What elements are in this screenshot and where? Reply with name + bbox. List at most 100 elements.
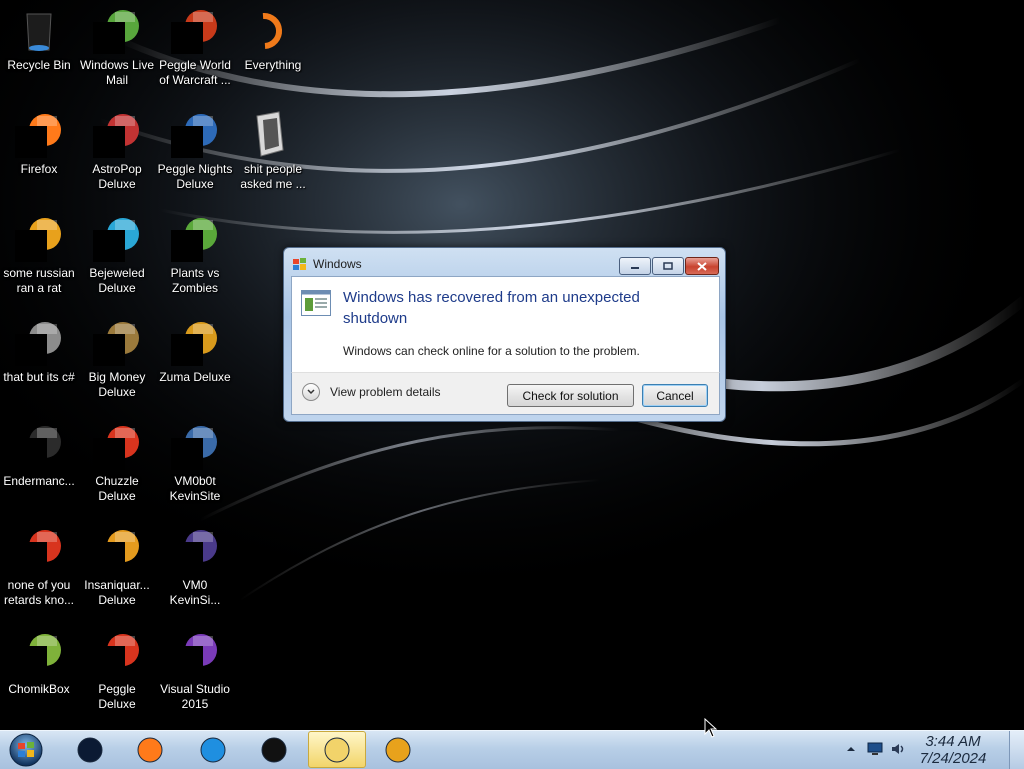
windows-flag-icon [293, 258, 306, 270]
desktop-icon-label: Bejeweled Deluxe [89, 266, 145, 295]
desktop-icon[interactable]: AstroPop Deluxe [78, 104, 156, 204]
desktop-icon[interactable]: Insaniquar... Deluxe [78, 520, 156, 620]
minimize-button[interactable] [619, 257, 651, 275]
desktop-icon-art [249, 6, 297, 54]
redaction-box [93, 126, 125, 158]
redaction-box [171, 334, 203, 366]
desktop-icon-label: Peggle Nights Deluxe [157, 162, 233, 191]
desktop-icon[interactable]: Endermanc... [0, 416, 78, 516]
desktop-icon[interactable]: Zuma Deluxe [156, 312, 234, 412]
windows-orb-icon [9, 733, 43, 767]
dialog-content: Windows has recovered from an unexpected… [291, 276, 720, 373]
desktop-icon-art [15, 526, 63, 574]
taskbar-item[interactable] [185, 732, 241, 768]
desktop-icon[interactable]: that but its c# [0, 312, 78, 412]
desktop-icon-art [171, 630, 219, 678]
desktop-icon-label: Peggle Deluxe [98, 682, 136, 711]
desktop-icon-art [171, 6, 219, 54]
desktop-icon-art [93, 318, 141, 366]
desktop-icon[interactable]: shit people asked me ... [234, 104, 312, 204]
desktop-icon[interactable]: VM0 KevinSi... [156, 520, 234, 620]
desktop-icon-label: Zuma Deluxe [159, 370, 231, 384]
desktop-icon-label: Endermanc... [3, 474, 75, 488]
desktop-icon[interactable]: Big Money Deluxe [78, 312, 156, 412]
recycle-bin-icon [26, 13, 52, 51]
taskbar-item[interactable] [62, 732, 118, 768]
desktop-icon-art [93, 214, 141, 262]
show-hidden-icons-button[interactable] [846, 741, 856, 757]
maximize-icon [663, 262, 673, 270]
redaction-box [93, 230, 125, 262]
dialog-message: Windows can check online for a solution … [343, 344, 640, 358]
taskbar-black-box-icon [261, 737, 287, 763]
volume-tray-icon[interactable] [890, 741, 906, 757]
desktop-icon[interactable]: VM0b0t KevinSite [156, 416, 234, 516]
check-for-solution-button[interactable]: Check for solution [507, 384, 634, 407]
redaction-box [171, 230, 203, 262]
close-button[interactable] [685, 257, 719, 275]
desktop-icon[interactable]: Recycle Bin [0, 0, 78, 100]
desktop-icon-art [15, 110, 63, 158]
taskbar: 3:44 AM 7/24/2024 [0, 730, 1024, 769]
unexpected-shutdown-dialog: Windows Windows has recovered from an un… [283, 247, 726, 422]
redaction-box [93, 22, 125, 54]
redaction-box [15, 334, 47, 366]
redaction-box [15, 438, 47, 470]
taskbar-media-icon [77, 737, 103, 763]
dialog-footer: View problem details Check for solution … [291, 372, 720, 415]
taskbar-media-player-icon [385, 737, 411, 763]
desktop-icon[interactable]: some russian ran a rat [0, 208, 78, 308]
desktop-icon-art [93, 422, 141, 470]
redaction-box [15, 542, 47, 574]
desktop-icon[interactable]: Peggle Nights Deluxe [156, 104, 234, 204]
taskbar-item[interactable] [122, 732, 178, 768]
desktop-icon[interactable]: none of you retards kno... [0, 520, 78, 620]
desktop-icon-label: Firefox [20, 162, 58, 176]
desktop-icon[interactable]: Peggle World of Warcraft ... [156, 0, 234, 100]
desktop-icon[interactable]: ChomikBox [0, 624, 78, 724]
taskbar-firefox-icon [137, 737, 163, 763]
desktop-icon-label: Visual Studio 2015 [160, 682, 230, 711]
taskbar-item[interactable] [308, 731, 366, 768]
cancel-button[interactable]: Cancel [642, 384, 708, 407]
desktop-icon-label: Insaniquar... Deluxe [84, 578, 150, 607]
network-tray-icon[interactable] [867, 741, 883, 757]
minimize-icon [631, 267, 639, 269]
desktop-icon[interactable]: Windows Live Mail [78, 0, 156, 100]
desktop-icon[interactable]: Chuzzle Deluxe [78, 416, 156, 516]
desktop-icon-art [15, 6, 63, 54]
maximize-button[interactable] [652, 257, 684, 275]
desktop-icon[interactable]: Visual Studio 2015 [156, 624, 234, 724]
desktop-icon-label: that but its c# [3, 370, 75, 384]
redaction-box [93, 646, 125, 678]
desktop-icon-art [249, 110, 297, 158]
taskbar-game-icon [324, 737, 350, 762]
redaction-box [15, 646, 47, 678]
desktop-icon-art [171, 214, 219, 262]
desktop-icon-art [171, 422, 219, 470]
desktop-icon[interactable]: Bejeweled Deluxe [78, 208, 156, 308]
taskbar-item[interactable] [246, 732, 302, 768]
desktop-icon-label: ChomikBox [8, 682, 70, 696]
desktop-icon-label: some russian ran a rat [3, 266, 75, 295]
desktop-icon[interactable]: Everything [234, 0, 312, 100]
redaction-box [15, 126, 47, 158]
start-button[interactable] [6, 732, 46, 768]
desktop-icon-art [15, 630, 63, 678]
monitor-icon [867, 742, 883, 755]
desktop-icon[interactable]: Plants vs Zombies [156, 208, 234, 308]
desktop-icon-label: Big Money Deluxe [88, 370, 146, 399]
desktop-icon[interactable]: Firefox [0, 104, 78, 204]
desktop-icon[interactable]: Peggle Deluxe [78, 624, 156, 724]
desktop-icon-art [93, 6, 141, 54]
clock-time: 3:44 AM [925, 733, 981, 750]
taskbar-item[interactable] [370, 732, 426, 768]
desktop-icon-label: Windows Live Mail [79, 58, 155, 87]
system-clock[interactable]: 3:44 AM 7/24/2024 [908, 733, 998, 767]
desktop-icon-art [93, 110, 141, 158]
dialog-title: Windows [313, 257, 362, 271]
show-desktop-button[interactable] [1009, 731, 1024, 769]
view-problem-details-toggle[interactable]: View problem details [302, 383, 441, 401]
desktop-icon-art [15, 214, 63, 262]
redaction-box [15, 230, 47, 262]
